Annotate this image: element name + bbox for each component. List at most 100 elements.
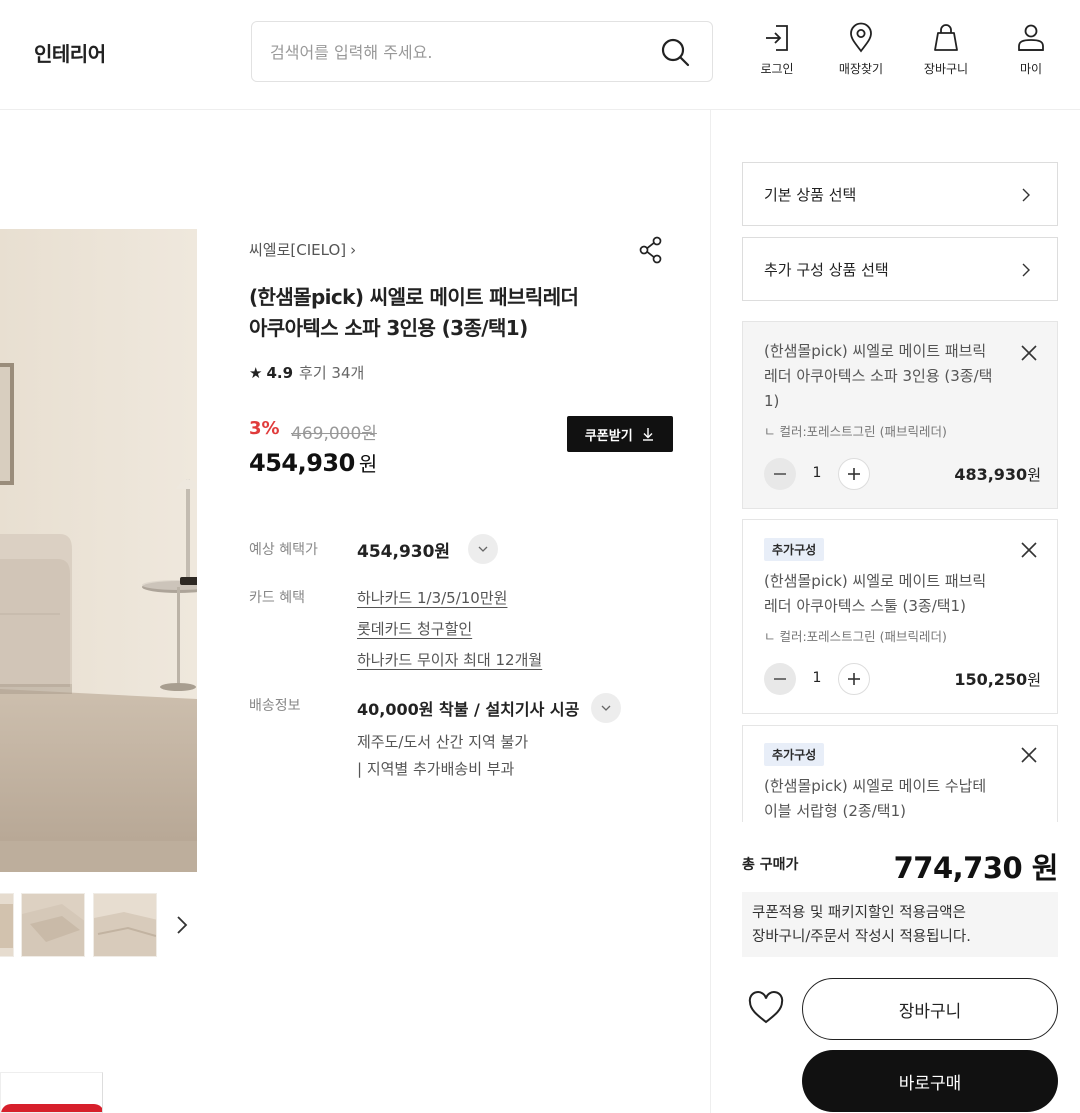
shipping-note-1: 제주도/도서 산간 지역 불가 — [357, 733, 529, 751]
coupon-label: 쿠폰받기 — [584, 428, 633, 444]
card-benefit-link-3[interactable]: 하나카드 무이자 최대 12개월 — [357, 649, 542, 670]
cart-item-name: (한샘몰pick) 씨엘로 메이트 패브릭 레더 아쿠아텍스 스툴 (3종/택1… — [764, 569, 1019, 619]
nav-store-finder-label: 매장찾기 — [838, 62, 884, 76]
basic-product-select[interactable]: 기본 상품 선택 — [742, 162, 1058, 226]
coupon-download-button[interactable]: 쿠폰받기 — [567, 416, 673, 452]
cart-item-name-line: 이블 서랍형 (2종/택1) — [764, 802, 906, 820]
shipping-label: 배송정보 — [249, 698, 301, 714]
nav-my[interactable]: 마이 — [1001, 22, 1061, 77]
card-benefit-link-1[interactable]: 하나카드 1/3/5/10만원 — [357, 587, 507, 608]
product-title: (한샘몰pick) 씨엘로 메이트 패브릭레더 아쿠아텍스 소파 3인용 (3종… — [249, 282, 629, 344]
thumbnail-2[interactable] — [21, 893, 85, 957]
card-benefit-label: 카드 혜택 — [249, 590, 305, 606]
sofa-room-illustration — [0, 229, 197, 872]
heart-icon[interactable] — [747, 990, 785, 1026]
location-pin-icon — [850, 22, 872, 53]
qty-decrease-button[interactable] — [764, 663, 796, 695]
rating-score: 4.9 — [266, 364, 294, 382]
nav-my-label: 마이 — [1019, 62, 1043, 76]
search-bar[interactable] — [251, 21, 713, 82]
buy-now-button[interactable]: 바로구매 — [802, 1050, 1058, 1112]
close-icon[interactable] — [1019, 343, 1039, 363]
thumbnail-1[interactable] — [0, 893, 14, 957]
search-icon[interactable] — [660, 37, 690, 67]
qty-increase-button[interactable] — [838, 663, 870, 695]
header: 인테리어 로그인 매장찾기 장바구니 — [0, 0, 1080, 110]
review-count: 후기 34개 — [299, 364, 365, 382]
chevron-right-icon — [1022, 263, 1030, 277]
column-divider — [710, 110, 711, 1113]
close-icon[interactable] — [1019, 745, 1039, 765]
add-to-cart-button[interactable]: 장바구니 — [802, 978, 1058, 1040]
shopping-bag-icon — [934, 24, 958, 51]
sale-price: 454,930 원 — [249, 448, 377, 477]
sale-price-unit: 원 — [358, 452, 377, 476]
star-icon: ★ — [249, 364, 263, 382]
share-icon[interactable] — [636, 234, 666, 266]
promo-banner-fragment[interactable] — [0, 1072, 103, 1113]
shipping-toggle[interactable] — [591, 693, 621, 723]
search-input[interactable] — [270, 36, 640, 68]
cart-item-name-line: (한샘몰pick) 씨엘로 메이트 수납테 — [764, 777, 987, 795]
qty-decrease-button[interactable] — [764, 458, 796, 490]
notice-line: 장바구니/주문서 작성시 적용됩니다. — [752, 929, 971, 945]
qty-increase-button[interactable] — [838, 458, 870, 490]
total-price: 774,730 원 — [893, 851, 1059, 885]
cart-item-price-unit: 원 — [1027, 671, 1041, 689]
cart-item-name-line: (한샘몰pick) 씨엘로 메이트 패브릭 — [764, 342, 987, 360]
cart-item-name: (한샘몰pick) 씨엘로 메이트 패브릭 레더 아쿠아텍스 소파 3인용 (3… — [764, 339, 1019, 414]
chevron-right-icon[interactable] — [170, 910, 194, 940]
qty-value: 1 — [812, 670, 822, 686]
minus-icon — [774, 473, 786, 475]
cart-item-name: (한샘몰pick) 씨엘로 메이트 수납테 이블 서랍형 (2종/택1) — [764, 774, 1019, 824]
nav-cart-label: 장바구니 — [923, 62, 969, 76]
close-icon[interactable] — [1019, 540, 1039, 560]
expected-price-toggle[interactable] — [468, 534, 498, 564]
cart-item-name-line: (한샘몰pick) 씨엘로 메이트 패브릭 — [764, 572, 987, 590]
cart-item-price-value: 483,930 — [954, 465, 1028, 484]
plus-icon — [848, 673, 860, 685]
cart-item-price-unit: 원 — [1027, 466, 1041, 484]
chevron-down-icon — [601, 705, 611, 711]
shipping-value: 40,000원 착불 / 설치기사 시공 — [357, 700, 580, 719]
product-title-line1: (한샘몰pick) 씨엘로 메이트 패브릭레더 — [249, 285, 579, 309]
discount-rate: 3% — [249, 418, 280, 439]
qty-value: 1 — [812, 465, 822, 481]
product-main-image[interactable] — [0, 229, 197, 872]
cart-item-price-value: 150,250 — [954, 670, 1028, 689]
nav-cart[interactable]: 장바구니 — [916, 22, 976, 77]
product-title-line2: 아쿠아텍스 소파 3인용 (3종/택1) — [249, 316, 528, 340]
shipping-note-2: | 지역별 추가배송비 부과 — [357, 760, 515, 778]
discount-notice: 쿠폰적용 및 패키지할인 적용금액은 장바구니/주문서 작성시 적용됩니다. — [742, 892, 1058, 957]
category-title[interactable]: 인테리어 — [34, 38, 106, 67]
extra-item-badge: 추가구성 — [764, 538, 825, 561]
cart-item-stool: 추가구성 (한샘몰pick) 씨엘로 메이트 패브릭 레더 아쿠아텍스 스툴 (… — [742, 519, 1058, 714]
nav-login-label: 로그인 — [760, 62, 794, 76]
rating[interactable]: ★ 4.9 후기 34개 — [249, 362, 364, 383]
login-icon — [766, 25, 788, 51]
expected-price-value: 454,930원 — [357, 542, 451, 562]
expected-price-label: 예상 혜택가 — [249, 542, 318, 558]
chevron-down-icon — [478, 546, 488, 552]
cart-item-price: 150,250원 — [954, 669, 1041, 690]
basic-product-select-label: 기본 상품 선택 — [764, 186, 857, 204]
brand-link[interactable]: 씨엘로[CIELO] › — [249, 239, 356, 260]
nav-store-finder[interactable]: 매장찾기 — [831, 22, 891, 77]
card-benefit-link-2[interactable]: 롯데카드 청구할인 — [357, 618, 472, 639]
thumbnail-3[interactable] — [93, 893, 157, 957]
download-icon — [643, 428, 654, 441]
chevron-right-icon: › — [350, 241, 357, 259]
total-label: 총 구매가 — [742, 857, 799, 873]
notice-line: 쿠폰적용 및 패키지할인 적용금액은 — [752, 905, 966, 921]
sale-price-value: 454,930 — [249, 449, 355, 477]
brand-name: 씨엘로[CIELO] — [249, 241, 347, 259]
cart-item-sofa: (한샘몰pick) 씨엘로 메이트 패브릭 레더 아쿠아텍스 소파 3인용 (3… — [742, 321, 1058, 509]
nav-login[interactable]: 로그인 — [747, 22, 807, 77]
cart-item-option: ㄴ 컬러:포레스트그린 (패브릭레더) — [764, 629, 947, 644]
cart-item-price: 483,930원 — [954, 464, 1041, 485]
minus-icon — [774, 678, 786, 680]
cart-item-option: ㄴ 컬러:포레스트그린 (패브릭레더) — [764, 424, 947, 439]
extra-product-select-label: 추가 구성 상품 선택 — [764, 261, 889, 279]
user-icon — [1018, 24, 1044, 51]
extra-product-select[interactable]: 추가 구성 상품 선택 — [742, 237, 1058, 301]
